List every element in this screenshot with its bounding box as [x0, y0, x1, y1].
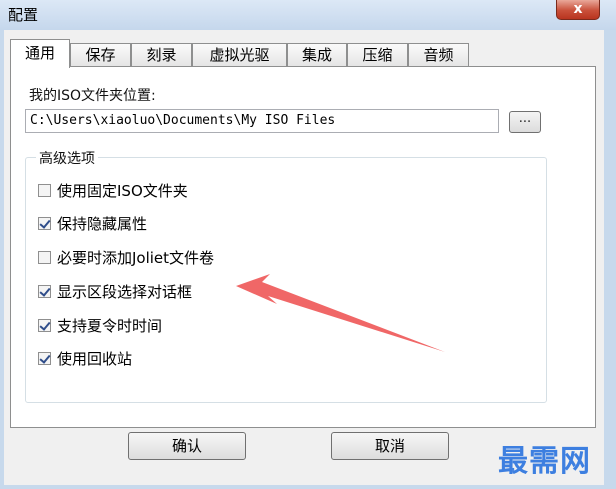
tab-burn[interactable]: 刻录: [131, 43, 192, 67]
tab-general[interactable]: 通用: [10, 39, 70, 68]
option-label: 使用固定ISO文件夹: [57, 181, 188, 200]
checkbox-show-segment-dialog[interactable]: [38, 284, 51, 298]
general-tab-panel: 我的ISO文件夹位置: C:\Users\xiaoluo\Documents\M…: [10, 66, 596, 428]
option-use-recycle-bin[interactable]: 使用回收站: [38, 348, 132, 368]
option-label: 保持隐藏属性: [57, 214, 148, 233]
close-icon: x: [573, 1, 583, 17]
option-keep-hidden-attribute[interactable]: 保持隐藏属性: [38, 213, 147, 233]
checkbox-daylight-saving[interactable]: [38, 318, 51, 332]
tab-virtual-drive[interactable]: 虚拟光驱: [192, 43, 287, 67]
dialog-title: 配置: [8, 6, 39, 24]
dialog-body: 通用 保存 刻录 虚拟光驱 集成 压缩 音频 我的ISO文件夹位置: C:\Us…: [4, 30, 604, 485]
advanced-options-title: 高级选项: [36, 148, 98, 168]
checkbox-fixed-iso-folder[interactable]: [38, 183, 51, 197]
option-label: 显示区段选择对话框: [57, 282, 193, 301]
watermark-logo: 最需网: [498, 444, 591, 479]
option-label: 支持夏令时时间: [57, 316, 163, 335]
checkbox-add-joliet[interactable]: [38, 250, 51, 264]
tab-integration[interactable]: 集成: [287, 43, 347, 67]
checkbox-keep-hidden-attribute[interactable]: [38, 216, 51, 230]
tab-compression[interactable]: 压缩: [347, 43, 408, 67]
tab-save[interactable]: 保存: [70, 43, 131, 67]
checkbox-use-recycle-bin[interactable]: [38, 351, 51, 365]
browse-button[interactable]: ...: [509, 111, 541, 133]
config-dialog: 配置 x 通用 保存 刻录 虚拟光驱 集成 压缩 音频 我的ISO文件夹位置: …: [0, 0, 616, 489]
option-show-segment-dialog[interactable]: 显示区段选择对话框: [38, 281, 192, 301]
option-fixed-iso-folder[interactable]: 使用固定ISO文件夹: [38, 180, 188, 200]
iso-folder-label: 我的ISO文件夹位置:: [29, 88, 156, 104]
close-button[interactable]: x: [556, 0, 600, 20]
option-label: 使用回收站: [57, 349, 133, 368]
option-label: 必要时添加Joliet文件卷: [57, 248, 215, 267]
ok-button[interactable]: 确认: [128, 432, 246, 460]
option-daylight-saving[interactable]: 支持夏令时时间: [38, 315, 162, 335]
cancel-button[interactable]: 取消: [331, 432, 449, 460]
iso-folder-input[interactable]: C:\Users\xiaoluo\Documents\My ISO Files: [25, 109, 499, 133]
tab-audio[interactable]: 音频: [408, 43, 469, 67]
title-bar[interactable]: 配置 x: [0, 0, 616, 30]
option-add-joliet[interactable]: 必要时添加Joliet文件卷: [38, 247, 214, 267]
advanced-options-group: 高级选项 使用固定ISO文件夹 保持隐藏属性 必要时添加Joliet文件卷 显示…: [25, 148, 547, 403]
